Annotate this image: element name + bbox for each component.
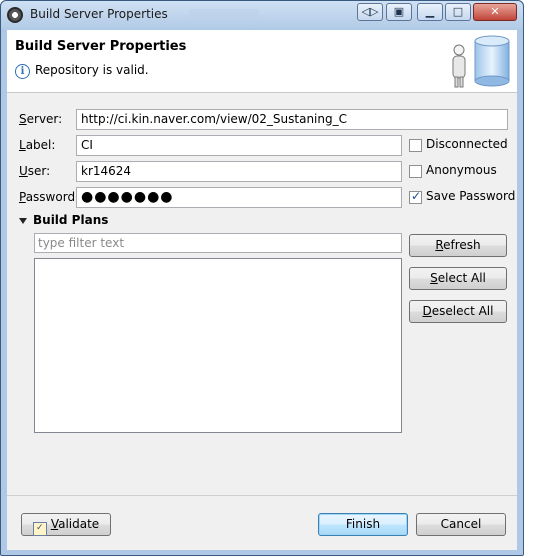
build-plans-list[interactable]: [34, 258, 402, 433]
validate-button[interactable]: ✓ Validate: [21, 513, 111, 536]
password-label: Password:: [19, 190, 80, 204]
user-field[interactable]: kr14624: [76, 161, 402, 182]
maximize-button[interactable]: □: [445, 3, 471, 21]
disconnected-label: Disconnected: [426, 137, 508, 151]
info-icon: i: [15, 64, 30, 79]
finish-button[interactable]: Finish: [318, 513, 408, 536]
pin-icon[interactable]: ▣: [386, 3, 412, 21]
minimize-button[interactable]: ▁: [417, 3, 443, 21]
window-title: Build Server Properties: [30, 7, 168, 21]
select-all-button[interactable]: Select All: [409, 267, 507, 290]
build-plans-title: Build Plans: [33, 213, 109, 227]
server-label: Server:: [19, 112, 63, 126]
expand-triangle-icon: [19, 217, 27, 224]
build-plans-section-toggle[interactable]: Build Plans: [19, 213, 108, 227]
server-field[interactable]: http://ci.kin.naver.com/view/02_Sustanin…: [76, 109, 508, 130]
refresh-button[interactable]: Refresh: [409, 234, 507, 257]
footer-divider: [7, 495, 517, 496]
filter-input[interactable]: type filter text: [34, 233, 402, 253]
deselect-all-button[interactable]: Deselect All: [409, 300, 507, 323]
repository-banner-icon: [452, 35, 510, 88]
user-label: User:: [19, 164, 51, 178]
status-message: Repository is valid.: [35, 63, 149, 77]
close-button[interactable]: ✕: [473, 3, 517, 21]
restore-tabs-icon[interactable]: ◁▷: [357, 3, 383, 21]
save-password-label: Save Password: [426, 189, 516, 203]
validate-icon: ✓: [32, 522, 47, 536]
cancel-button[interactable]: Cancel: [416, 513, 506, 536]
dialog-header: Build Server Properties i Repository is …: [7, 30, 517, 93]
page-title: Build Server Properties: [15, 39, 187, 54]
dialog-content: Build Server Properties i Repository is …: [7, 30, 517, 550]
disconnected-checkbox[interactable]: [409, 139, 422, 152]
password-field[interactable]: ●●●●●●●: [76, 187, 402, 208]
label-label: Label:: [19, 138, 56, 152]
anonymous-checkbox[interactable]: [409, 165, 422, 178]
eclipse-app-icon: [7, 7, 23, 23]
title-bar-blur: [189, 9, 259, 21]
title-bar[interactable]: Build Server Properties ◁▷ ▣ ▁ □ ✕: [1, 1, 523, 29]
save-password-checkbox[interactable]: [409, 189, 422, 204]
anonymous-label: Anonymous: [426, 163, 497, 177]
label-field[interactable]: CI: [76, 135, 402, 156]
dialog-window: Build Server Properties ◁▷ ▣ ▁ □ ✕ Build…: [0, 0, 524, 556]
